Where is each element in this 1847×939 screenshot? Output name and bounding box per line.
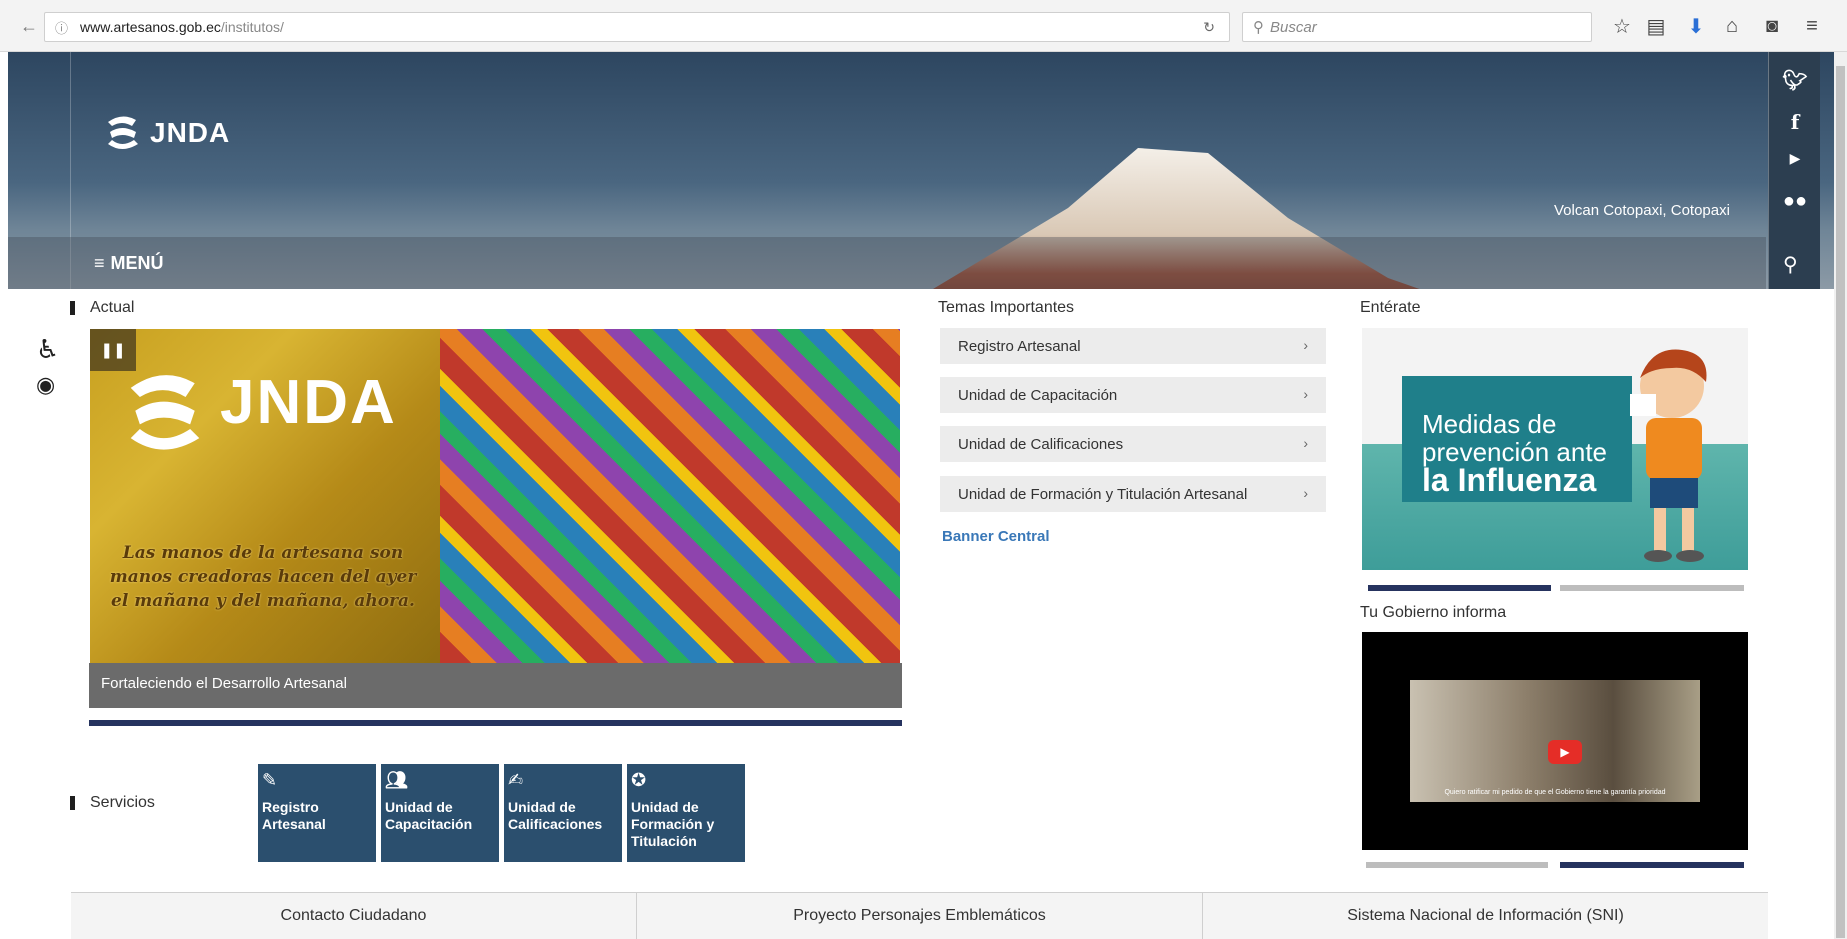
service-tile-calificaciones[interactable]: ✍ Unidad de Calificaciones — [504, 764, 622, 862]
browser-toolbar: ← ⓘ www.artesanos.gob.ec/institutos/ ↻ ⚲… — [0, 0, 1847, 52]
carousel-indicator[interactable] — [1366, 862, 1548, 868]
actual-title: Actual — [90, 299, 135, 316]
hamburger-menu-icon[interactable]: ≡ — [1800, 14, 1824, 38]
search-icon[interactable]: ⚲ — [1783, 252, 1798, 277]
enterate-title: Entérate — [1360, 299, 1421, 316]
footer-link-contacto[interactable]: Contacto Ciudadano — [71, 893, 637, 939]
site-logo[interactable]: JNDA — [104, 112, 230, 154]
back-icon[interactable]: ← — [20, 16, 38, 37]
video-thumbnail: ▶ Quiero ratificar mi pedido de que el G… — [1410, 680, 1700, 802]
news-slider[interactable]: JNDA Las manos de la artesana son manos … — [90, 329, 900, 663]
browser-search-input[interactable]: ⚲ Buscar — [1242, 12, 1592, 42]
slide-motto: Las manos de la artesana son manos cread… — [109, 543, 417, 611]
pause-icon: ❚❚ — [100, 342, 126, 359]
temas-item[interactable]: Registro Artesanal › — [940, 328, 1326, 364]
servicios-title: Servicios — [90, 794, 155, 811]
banner-text: Medidas de prevención ante la Influenza — [1422, 409, 1607, 498]
hamburger-icon: ≡ — [94, 253, 105, 273]
logo-text: JNDA — [150, 117, 231, 148]
temas-item[interactable]: Unidad de Calificaciones › — [940, 426, 1326, 462]
slide-logo-panel: JNDA Las manos de la artesana son manos … — [90, 329, 440, 663]
jnda-hands-icon — [108, 116, 138, 149]
twitter-icon[interactable]: 🐦︎ — [1769, 68, 1821, 93]
menu-button[interactable]: ≡ MENÚ — [94, 253, 164, 274]
play-icon[interactable]: ▶ — [1548, 740, 1582, 764]
chevron-right-icon: › — [1303, 386, 1308, 402]
reading-list-icon[interactable]: ▤ — [1644, 14, 1668, 38]
users-icon: 👥︎ — [385, 770, 408, 790]
social-links: 🐦︎ f ▶ ●● ⚲ — [1768, 52, 1820, 289]
temas-item-label: Registro Artesanal — [958, 337, 1081, 355]
section-bullet — [70, 301, 75, 315]
menu-strip — [8, 237, 1766, 289]
flickr-icon[interactable]: ●● — [1769, 190, 1821, 213]
pocket-icon[interactable]: ◙ — [1760, 14, 1784, 38]
temas-item-label: Unidad de Capacitación — [958, 386, 1118, 404]
banner-line-highlight: la Influenza — [1422, 462, 1597, 498]
url-path: /institutos/ — [220, 19, 284, 35]
footer-link-sni[interactable]: Sistema Nacional de Información (SNI) — [1203, 893, 1768, 939]
slide-caption[interactable]: Fortaleciendo el Desarrollo Artesanal — [89, 663, 902, 708]
info-icon[interactable]: ⓘ — [55, 18, 68, 37]
facebook-icon[interactable]: f — [1769, 110, 1821, 134]
video-subtitle: Quiero ratificar mi pedido de que el Gob… — [1444, 789, 1666, 796]
photo-caption: Volcan Cotopaxi, Cotopaxi — [1554, 202, 1730, 219]
slider-progress — [89, 720, 902, 726]
banner-line: Medidas de — [1422, 409, 1557, 439]
award-icon: ✪ — [631, 770, 647, 790]
service-label: Unidad de Calificaciones — [508, 799, 603, 832]
chevron-right-icon: › — [1303, 337, 1308, 353]
temas-item-label: Unidad de Formación y Titulación Artesan… — [958, 485, 1248, 503]
service-label: Registro Artesanal — [262, 799, 326, 832]
service-tile-registro[interactable]: ✎ Registro Artesanal — [258, 764, 376, 862]
scrollbar-thumb[interactable] — [1836, 66, 1845, 938]
accessibility-icon[interactable]: ♿︎ — [36, 334, 59, 365]
influenza-banner[interactable]: Medidas de prevención ante la Influenza — [1362, 328, 1748, 570]
temas-item[interactable]: Unidad de Capacitación › — [940, 377, 1326, 413]
service-tile-capacitacion[interactable]: 👥︎ Unidad de Capacitación — [381, 764, 499, 862]
page-scrollbar[interactable] — [1834, 52, 1847, 939]
service-label: Unidad de Formación y Titulación — [631, 799, 715, 849]
section-bullet — [70, 796, 75, 810]
jnda-hands-icon — [130, 375, 200, 450]
magnifier-icon: ⚲ — [1253, 19, 1264, 36]
download-icon[interactable]: ⬇ — [1684, 14, 1708, 38]
footer-links: Contacto Ciudadano Proyecto Personajes E… — [71, 892, 1768, 939]
temas-title: Temas Importantes — [938, 299, 1075, 316]
banner-central-link[interactable]: Banner Central — [942, 528, 1050, 545]
video-player[interactable]: ▶ Quiero ratificar mi pedido de que el G… — [1362, 632, 1748, 850]
slide-logo-text: JNDA — [220, 368, 397, 437]
menu-label: MENÚ — [110, 253, 164, 273]
url-bar[interactable]: ⓘ www.artesanos.gob.ec/institutos/ ↻ — [44, 12, 1230, 42]
eye-icon[interactable]: ◉ — [36, 372, 55, 398]
edit-icon: ✍ — [508, 770, 524, 790]
carousel-indicator-active[interactable] — [1560, 862, 1744, 868]
temas-item-label: Unidad de Calificaciones — [958, 435, 1124, 453]
search-placeholder: Buscar — [1270, 18, 1317, 36]
pause-button[interactable]: ❚❚ — [90, 329, 136, 371]
service-tile-formacion[interactable]: ✪ Unidad de Formación y Titulación — [627, 764, 745, 862]
home-icon[interactable]: ⌂ — [1720, 14, 1744, 38]
carousel-indicator-active[interactable] — [1368, 585, 1551, 591]
chevron-right-icon: › — [1303, 435, 1308, 451]
url-domain: www.artesanos.gob.ec — [80, 19, 221, 35]
pencil-icon: ✎ — [262, 770, 278, 790]
chevron-right-icon: › — [1303, 485, 1308, 501]
footer-link-personajes[interactable]: Proyecto Personajes Emblemáticos — [637, 893, 1203, 939]
sneezing-child-illustration — [1630, 349, 1707, 562]
youtube-icon[interactable]: ▶ — [1769, 150, 1821, 167]
carousel-indicator[interactable] — [1560, 585, 1744, 591]
bookmark-star-icon[interactable]: ☆ — [1610, 14, 1634, 38]
temas-item[interactable]: Unidad de Formación y Titulación Artesan… — [940, 476, 1326, 512]
service-label: Unidad de Capacitación — [385, 799, 473, 832]
dolls-image — [440, 329, 900, 663]
gobierno-title: Tu Gobierno informa — [1360, 604, 1507, 621]
reload-icon[interactable]: ↻ — [1203, 19, 1215, 36]
